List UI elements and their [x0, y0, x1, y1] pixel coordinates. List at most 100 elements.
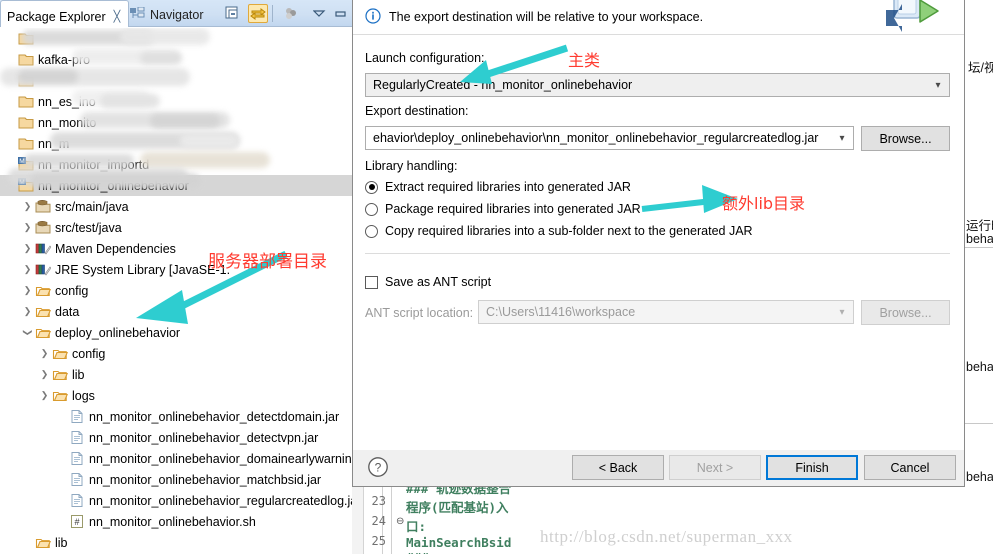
chevron-right-icon[interactable]: ❯: [21, 222, 34, 233]
tree-row[interactable]: nn_monitor_onlinebehavior_detectdomain.j…: [0, 406, 352, 427]
radio-extract-libraries-label: Extract required libraries into generate…: [385, 180, 631, 194]
folder-project-icon: [17, 136, 35, 151]
edge-text-fragment: beha: [966, 360, 993, 374]
tree-row-label: nn_monitor_onlinebehavior_domainearlywar…: [89, 451, 352, 466]
chevron-down-icon[interactable]: ❯: [22, 326, 33, 339]
close-icon[interactable]: ╳: [114, 10, 121, 23]
save-as-ant-script-label: Save as ANT script: [385, 275, 492, 289]
tree-row-label: src/main/java: [55, 199, 129, 214]
source-folder-icon: [34, 199, 52, 214]
chevron-right-icon[interactable]: ❯: [21, 285, 34, 296]
annotation-main-class: 主类: [568, 51, 601, 70]
ant-script-location-label: ANT script location:: [365, 306, 474, 320]
ant-script-location-combo: C:\Users\11416\workspace ▾: [478, 300, 854, 324]
edge-text-fragment: 坛/视: [968, 61, 993, 75]
tree-row-label: lib: [55, 535, 68, 550]
chevron-right-icon[interactable]: ❯: [38, 390, 51, 401]
tree-row[interactable]: ❯ logs: [0, 385, 352, 406]
export-destination-value: ehavior\deploy_onlinebehavior\nn_monitor…: [373, 131, 819, 145]
file-icon: [68, 409, 86, 424]
back-button[interactable]: < Back: [572, 455, 664, 480]
explorer-tab-bar: Package Explorer ╳ Navigator: [0, 0, 352, 27]
shell-file-icon: #: [68, 514, 86, 529]
tree-row[interactable]: lib: [0, 532, 352, 553]
svg-text:?: ?: [375, 461, 382, 475]
tree-row-label: src/test/java: [55, 220, 122, 235]
export-destination-combo[interactable]: ehavior\deploy_onlinebehavior\nn_monitor…: [365, 126, 854, 150]
minimize-icon[interactable]: [331, 4, 351, 23]
finish-button[interactable]: Finish: [766, 455, 858, 480]
folder-icon: [34, 304, 52, 319]
folder-project-icon: [17, 115, 35, 130]
annotation-extra-lib: 额外lib目录: [722, 194, 806, 213]
chevron-down-icon[interactable]: ▾: [929, 80, 947, 91]
source-folder-icon: [34, 220, 52, 235]
edge-text-fragment: beha: [966, 470, 993, 484]
line-number: 25: [371, 534, 386, 548]
folder-icon: [34, 535, 52, 550]
radio-indicator[interactable]: [365, 224, 378, 238]
tree-row[interactable]: ❯ config: [0, 343, 352, 364]
fold-toggle-icon[interactable]: ⊖: [396, 516, 404, 527]
link-with-editor-icon[interactable]: [248, 4, 268, 23]
save-as-ant-script-checkbox[interactable]: Save as ANT script: [365, 275, 491, 289]
next-button: Next >: [669, 455, 761, 480]
library-handling-label: Library handling:: [365, 159, 458, 173]
folder-project-icon: [17, 52, 35, 67]
tree-row[interactable]: nn_monitor_onlinebehavior_detectvpn.jar: [0, 427, 352, 448]
chevron-right-icon[interactable]: ❯: [21, 201, 34, 212]
redaction-blur: [120, 28, 210, 45]
tab-package-explorer[interactable]: Package Explorer ╳: [0, 0, 130, 27]
chevron-right-icon[interactable]: ❯: [38, 348, 51, 359]
file-icon: [68, 472, 86, 487]
cancel-button[interactable]: Cancel: [864, 455, 956, 480]
tree-row[interactable]: ❯ src/main/java: [0, 196, 352, 217]
banner-message: The export destination will be relative …: [389, 10, 704, 24]
radio-copy-libraries-label: Copy required libraries into a sub-folde…: [385, 224, 753, 238]
radio-package-libraries-label: Package required libraries into generate…: [385, 202, 641, 216]
view-menu-icon[interactable]: [309, 4, 329, 23]
collapse-all-icon[interactable]: [223, 4, 243, 23]
tree-row-label: nn_monitor_onlinebehavior_regularcreated…: [89, 493, 352, 508]
radio-extract-libraries[interactable]: Extract required libraries into generate…: [365, 180, 631, 194]
tree-row[interactable]: nn_monitor_onlinebehavior_domainearlywar…: [0, 448, 352, 469]
library-icon: [34, 241, 52, 256]
redaction-blur: [24, 154, 134, 167]
radio-copy-libraries[interactable]: Copy required libraries into a sub-folde…: [365, 224, 753, 238]
checkbox-indicator[interactable]: [365, 275, 378, 289]
tree-row[interactable]: nn_es_ino: [0, 91, 352, 112]
tree-row-label: nn_monitor_onlinebehavior_matchbsid.jar: [89, 472, 322, 487]
chevron-down-icon[interactable]: ▾: [833, 133, 851, 144]
help-icon[interactable]: ?: [367, 456, 389, 478]
line-number: 24: [371, 514, 386, 528]
tree-row-label: config: [55, 283, 89, 298]
redaction-blur: [150, 114, 220, 128]
tree-row[interactable]: nn_monitor_onlinebehavior_matchbsid.jar: [0, 469, 352, 490]
library-icon: [34, 262, 52, 277]
dialog-body: Launch configuration: RegularlyCreated -…: [353, 35, 964, 450]
chevron-right-icon[interactable]: ❯: [21, 264, 34, 275]
browse-destination-button[interactable]: Browse...: [861, 126, 950, 151]
info-icon: [365, 7, 381, 27]
tree-row[interactable]: ❯ src/test/java: [0, 217, 352, 238]
chevron-right-icon[interactable]: ❯: [21, 306, 34, 317]
radio-indicator[interactable]: [365, 180, 378, 194]
radio-indicator[interactable]: [365, 202, 378, 216]
editor-divider: [962, 247, 993, 248]
export-destination-label: Export destination:: [365, 104, 469, 118]
tree-row-label: logs: [72, 388, 95, 403]
blog-watermark: http://blog.csdn.net/superman_xxx: [540, 527, 793, 546]
dialog-footer: ? < Back Next > Finish Cancel: [353, 450, 964, 485]
tab-navigator[interactable]: Navigator: [122, 3, 212, 27]
chevron-right-icon[interactable]: ❯: [38, 369, 51, 380]
tree-row[interactable]: # nn_monitor_onlinebehavior.sh: [0, 511, 352, 532]
tab-navigator-label: Navigator: [150, 8, 204, 22]
tree-row[interactable]: ❯ lib: [0, 364, 352, 385]
focus-on-active-task-icon[interactable]: [281, 4, 301, 23]
tree-row-label: config: [72, 346, 106, 361]
tree-row-label: lib: [72, 367, 85, 382]
file-icon: [68, 430, 86, 445]
tree-row[interactable]: nn_monitor_onlinebehavior_regularcreated…: [0, 490, 352, 511]
radio-package-libraries[interactable]: Package required libraries into generate…: [365, 202, 641, 216]
chevron-right-icon[interactable]: ❯: [21, 243, 34, 254]
